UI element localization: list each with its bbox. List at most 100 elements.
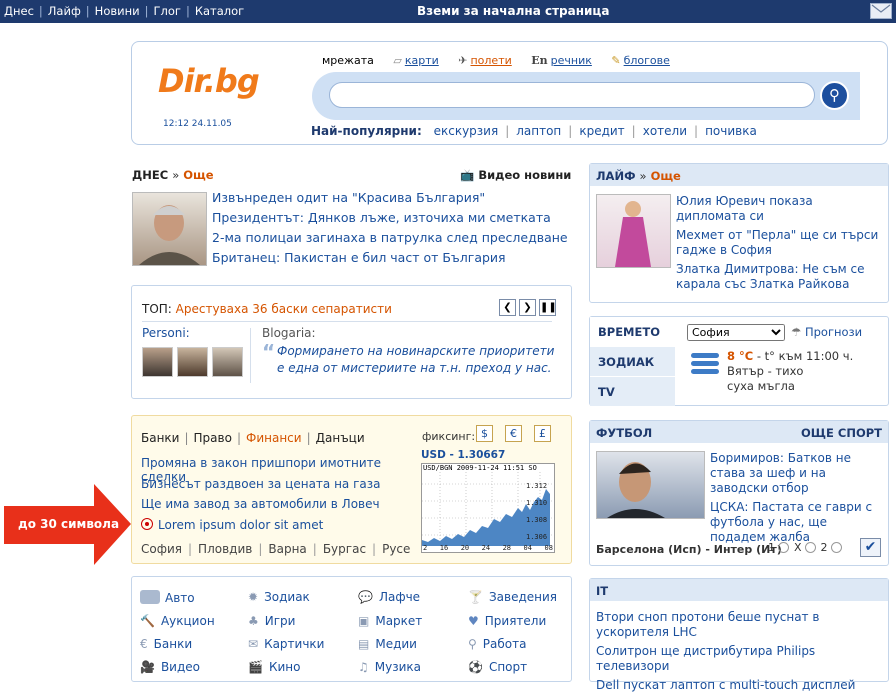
today-news-item[interactable]: Извънреден одит на "Красива България" bbox=[212, 190, 572, 210]
city-link[interactable]: Бургас bbox=[323, 542, 366, 556]
chart-y-tick: 1.308 bbox=[526, 516, 548, 524]
top-headline-link[interactable]: Арестуваха 36 баски сепаратисти bbox=[176, 302, 392, 316]
set-homepage-link[interactable]: Вземи за начална страница bbox=[417, 4, 609, 18]
life-more-link[interactable]: Още bbox=[651, 169, 681, 183]
rate-chart[interactable]: USD/BGN 2009-11-24 11:51 SO 1.312 1.310 … bbox=[421, 463, 555, 553]
category-games[interactable]: ♣ Игри bbox=[248, 614, 358, 628]
category-cinema[interactable]: 🎬 Кино bbox=[248, 660, 358, 674]
nav-glog[interactable]: Глог bbox=[153, 4, 180, 18]
personi-thumb[interactable] bbox=[177, 347, 208, 377]
life-news-item[interactable]: Юлия Юревич показа дипломата си bbox=[676, 194, 881, 224]
category-music[interactable]: ♫ Музика bbox=[358, 660, 468, 674]
finance-news-item[interactable]: Бизнесът раздвоен за цената на газа bbox=[141, 477, 411, 498]
today-more-link[interactable]: Още bbox=[183, 168, 213, 182]
popular-item[interactable]: хотели bbox=[643, 124, 687, 138]
blogaria-quote[interactable]: Формирането на новинарските приоритети е… bbox=[277, 343, 557, 377]
more-sport-link[interactable]: ОЩЕ СПОРТ bbox=[801, 426, 882, 440]
category-zodiac[interactable]: ✹ Зодиак bbox=[248, 590, 358, 605]
personi-thumb[interactable] bbox=[142, 347, 173, 377]
it-label[interactable]: IT bbox=[596, 584, 608, 598]
nav-news[interactable]: Новини bbox=[95, 4, 140, 18]
category-auction[interactable]: 🔨 Аукцион bbox=[140, 614, 248, 628]
submit-bet-button[interactable]: ✔ bbox=[860, 538, 881, 557]
search-tab-web[interactable]: мрежата bbox=[322, 54, 374, 67]
finance-news-item[interactable]: Промяна в закон пришпори имотните сделки bbox=[141, 456, 411, 484]
nav-life[interactable]: Лайф bbox=[48, 4, 81, 18]
currency-gbp[interactable]: £ bbox=[534, 425, 551, 442]
life-label[interactable]: ЛАЙФ bbox=[596, 169, 635, 183]
city-link[interactable]: Пловдив bbox=[198, 542, 252, 556]
finance-tab-active[interactable]: Финанси bbox=[246, 431, 302, 445]
it-news-item[interactable]: Втори сноп протони беше пуснат в ускорит… bbox=[596, 610, 886, 640]
search-tab-maps[interactable]: карти bbox=[405, 54, 439, 67]
tab-tv[interactable]: TV bbox=[590, 377, 675, 407]
today-photo[interactable] bbox=[132, 192, 207, 266]
category-video[interactable]: 🎥 Видео bbox=[140, 660, 248, 674]
today-news-item[interactable]: Президентът: Дянков лъже, източиха ми см… bbox=[212, 210, 572, 230]
finance-tab[interactable]: Банки bbox=[141, 431, 179, 445]
category-jobs[interactable]: ⚲ Работа bbox=[468, 637, 560, 651]
forecast-link[interactable]: ☂ Прогнози bbox=[791, 325, 862, 339]
pause-button[interactable]: ❚❚ bbox=[539, 299, 557, 316]
it-news-item[interactable]: Солитрон ще дистрибутира Philips телевиз… bbox=[596, 644, 886, 674]
popular-item[interactable]: почивка bbox=[705, 124, 757, 138]
popular-item[interactable]: екскурзия bbox=[434, 124, 499, 138]
category-sport[interactable]: ⚽ Спорт bbox=[468, 660, 560, 674]
city-link[interactable]: София bbox=[141, 542, 182, 556]
video-news-link[interactable]: 📺 Видео новини bbox=[460, 168, 571, 182]
today-news-item[interactable]: Британец: Пакистан е бил част от Българи… bbox=[212, 250, 572, 270]
today-label[interactable]: ДНЕС bbox=[132, 168, 168, 182]
football-news-item[interactable]: ЦСКА: Пастата се гаври с футбола у нас, … bbox=[710, 500, 882, 545]
football-news-item[interactable]: Боримиров: Батков не става за шеф и на з… bbox=[710, 451, 882, 496]
life-news-item[interactable]: Златка Димитрова: Не съм се карала със З… bbox=[676, 262, 881, 292]
football-label[interactable]: ФУТБОЛ bbox=[596, 426, 652, 440]
finance-tab[interactable]: Данъци bbox=[316, 431, 365, 445]
search-tab-flights[interactable]: полети bbox=[470, 54, 511, 67]
finance-news-item[interactable]: Ще има завод за автомобили в Ловеч bbox=[141, 497, 411, 518]
category-friends[interactable]: ♥ Приятели bbox=[468, 614, 560, 628]
popular-item[interactable]: кредит bbox=[579, 124, 624, 138]
city-link[interactable]: Русе bbox=[382, 542, 410, 556]
search-tab-dictionary[interactable]: речник bbox=[551, 54, 592, 67]
city-link[interactable]: Варна bbox=[268, 542, 306, 556]
city-select[interactable]: София bbox=[687, 324, 785, 341]
bet-radio-x[interactable] bbox=[804, 542, 816, 553]
personi-label[interactable]: Personi: bbox=[142, 326, 190, 340]
finance-tab[interactable]: Право bbox=[194, 431, 232, 445]
it-news-item[interactable]: Dell пускат лаптоп с multi-touch дисплей bbox=[596, 678, 886, 693]
today-news-item[interactable]: 2-ма полицаи загинаха в патрулка след пр… bbox=[212, 230, 572, 250]
category-chat[interactable]: 💬 Лафче bbox=[358, 590, 468, 605]
life-news-item[interactable]: Мехмет от "Перла" ще си търси гадже в Со… bbox=[676, 228, 881, 258]
personi-thumb[interactable] bbox=[212, 347, 243, 377]
search-button[interactable]: ⚲ bbox=[820, 81, 849, 110]
nav-catalog[interactable]: Каталог bbox=[195, 4, 244, 18]
mail-icon[interactable] bbox=[870, 3, 892, 19]
nav-today[interactable]: Днес bbox=[4, 4, 34, 18]
next-button[interactable]: ❯ bbox=[519, 299, 536, 316]
category-market[interactable]: ▣ Маркет bbox=[358, 614, 468, 628]
currency-usd[interactable]: $ bbox=[476, 425, 493, 442]
search-tab-blogs[interactable]: блогове bbox=[624, 54, 670, 67]
life-photo[interactable] bbox=[596, 194, 671, 268]
category-media[interactable]: ▤ Медии bbox=[358, 637, 468, 651]
match-label: Барселона (Исп) - Интер (Ит) bbox=[596, 543, 782, 556]
tab-zodiac[interactable]: ЗОДИАК bbox=[590, 347, 675, 377]
dirbg-logo[interactable]: Dir.bg bbox=[158, 62, 260, 100]
finance-news-item[interactable]: Lorem ipsum dolor sit amet bbox=[141, 517, 411, 539]
popular-label: Най-популярни: bbox=[311, 124, 422, 138]
prev-button[interactable]: ❮ bbox=[499, 299, 516, 316]
currency-eur[interactable]: € bbox=[505, 425, 522, 442]
football-photo[interactable] bbox=[596, 451, 705, 519]
popular-item[interactable]: лаптоп bbox=[516, 124, 561, 138]
radio-icon bbox=[141, 517, 153, 530]
search-input[interactable] bbox=[329, 82, 815, 108]
blogaria-label[interactable]: Blogaria: bbox=[262, 326, 316, 340]
category-cards[interactable]: ✉ Картички bbox=[248, 637, 358, 651]
bet-radio-2[interactable] bbox=[830, 542, 842, 553]
bet-radio-1[interactable] bbox=[778, 542, 789, 553]
tab-weather[interactable]: ВРЕМЕТО bbox=[590, 317, 675, 347]
category-auto[interactable]: Авто bbox=[140, 590, 248, 605]
category-venues[interactable]: 🍸 Заведения bbox=[468, 590, 560, 605]
category-banks[interactable]: € Банки bbox=[140, 637, 248, 651]
chart-y-tick: 1.310 bbox=[526, 499, 548, 507]
